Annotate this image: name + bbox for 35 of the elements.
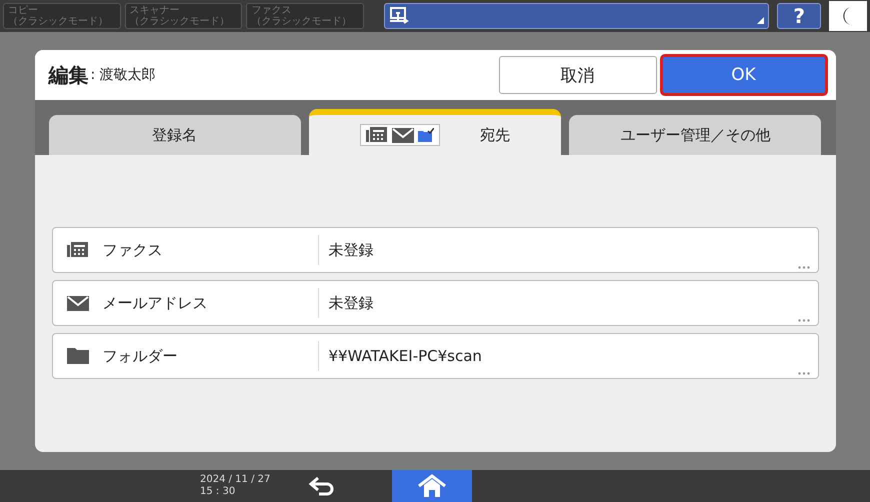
home-icon <box>417 474 447 498</box>
ellipsis-icon <box>798 372 810 375</box>
help-button[interactable]: ? <box>777 3 822 29</box>
dialog-title: 編集 <box>48 62 88 88</box>
tab[interactable]: 登録名 <box>48 115 301 155</box>
date-text: 2024 / 11 / 27 <box>200 474 272 486</box>
folder-icon <box>66 348 88 364</box>
destination-row[interactable]: ファクス 未登録 <box>52 227 818 273</box>
destination-label: ファクス <box>102 240 162 260</box>
envelope-icon <box>392 128 414 142</box>
ellipsis-icon <box>798 319 810 322</box>
folder-check-icon <box>418 128 434 142</box>
destination-row[interactable]: フォルダー ¥¥WATAKEI-PC¥scan <box>52 333 818 379</box>
fax-icon <box>366 127 388 143</box>
envelope-icon <box>66 296 88 310</box>
destination-row[interactable]: メールアドレス 未登録 <box>52 280 818 326</box>
destination-value: 未登録 <box>328 294 374 312</box>
tab[interactable]: 宛先 <box>308 109 562 155</box>
ellipsis-icon <box>798 266 810 269</box>
fax-icon <box>66 242 88 258</box>
destination-label: フォルダー <box>102 346 178 366</box>
tab[interactable]: ユーザー管理／その他 <box>569 115 822 155</box>
home-button[interactable] <box>392 470 472 502</box>
time-text: 15 : 30 <box>200 486 236 498</box>
destination-label: メールアドレス <box>102 294 208 312</box>
screen-switch-icon <box>390 7 410 25</box>
entry-name: : 渡敬太郎 <box>90 66 157 84</box>
destination-value: ¥¥WATAKEI-PC¥scan <box>328 347 482 365</box>
dropdown-corner-icon <box>757 17 764 24</box>
back-arrow-icon <box>308 476 336 496</box>
cancel-button[interactable]: 取消 <box>498 56 656 94</box>
ok-button[interactable]: OK <box>662 56 826 94</box>
back-button[interactable] <box>308 476 336 496</box>
destination-value: 未登録 <box>328 240 374 260</box>
function-dropdown[interactable] <box>384 3 770 29</box>
